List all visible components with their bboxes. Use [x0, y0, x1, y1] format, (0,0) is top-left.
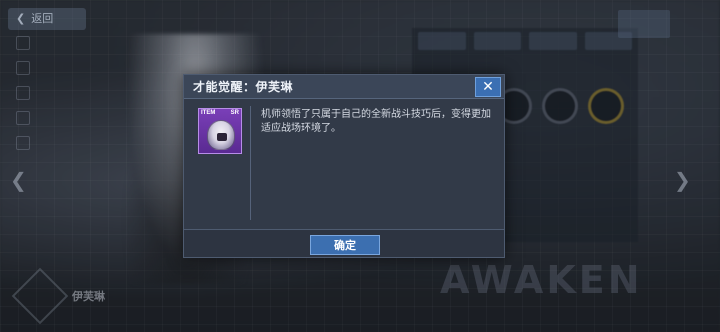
close-icon: ✕ [482, 79, 494, 95]
dialog-header: 才能觉醒：伊芙琳 [184, 75, 504, 99]
item-rarity-label: SR [230, 110, 239, 116]
talent-description: 机师领悟了只属于自己的全新战斗技巧后，变得更加适应战场环境了。 [261, 109, 491, 134]
confirm-button[interactable]: 确定 [310, 235, 380, 255]
dialog-footer: 确定 [184, 229, 504, 257]
dialog-body: ITEM SR 机师领悟了只属于自己的全新战斗技巧后，变得更加适应战场环境了。 [184, 100, 504, 230]
close-button[interactable]: ✕ [475, 77, 501, 97]
dialog-title: 才能觉醒：伊芙琳 [193, 80, 294, 94]
body-divider [250, 106, 251, 220]
item-card[interactable]: ITEM SR [198, 108, 242, 154]
item-type-label: ITEM [201, 110, 216, 116]
talent-awaken-dialog: 才能觉醒：伊芙琳 ✕ ITEM SR 机师领悟了只属于自己的全新战斗技巧后，变得… [183, 74, 505, 258]
character-portrait-icon [207, 120, 235, 150]
